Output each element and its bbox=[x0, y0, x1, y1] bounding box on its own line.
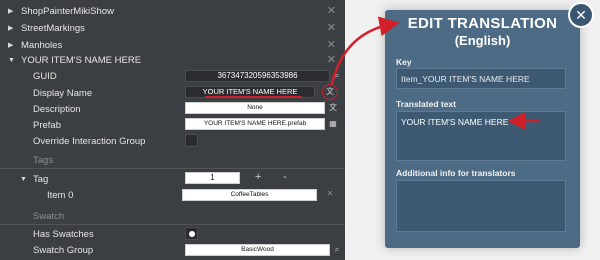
annotation-overlay bbox=[330, 16, 540, 130]
annotation-arrow-curve bbox=[330, 16, 400, 85]
